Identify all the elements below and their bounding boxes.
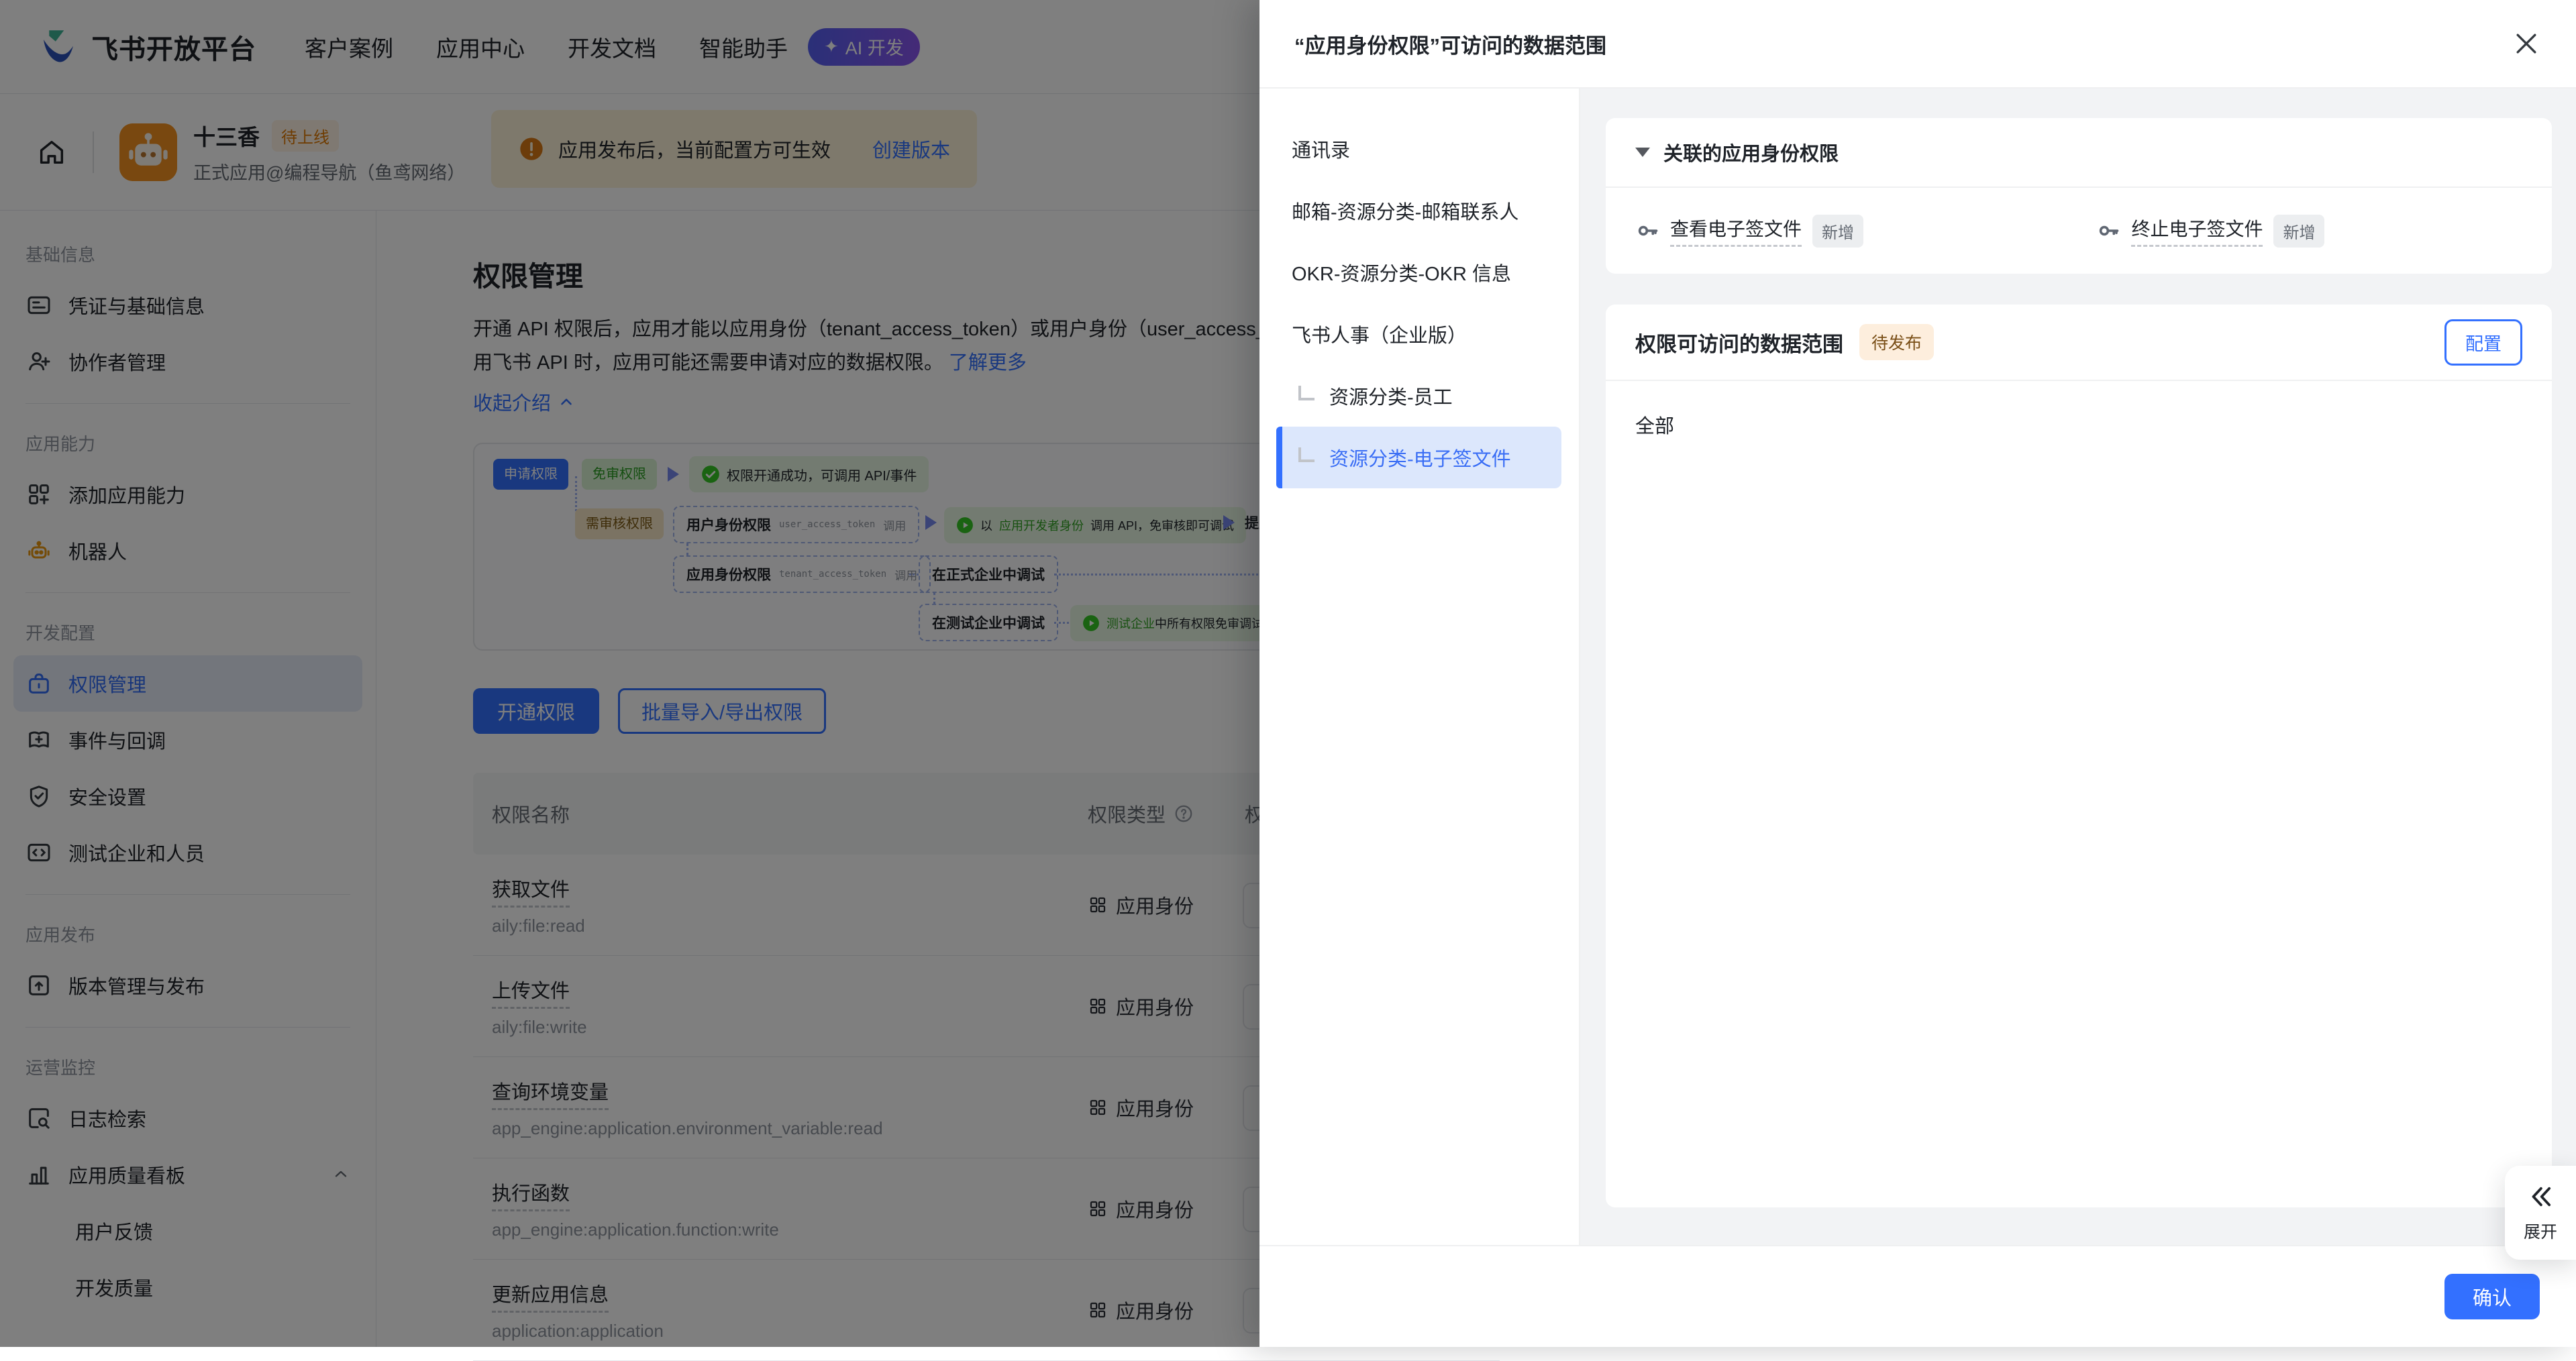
data-scope-title: 权限可访问的数据范围	[1635, 327, 1843, 358]
double-chevron-left-icon	[2525, 1183, 2556, 1211]
drawer-header: “应用身份权限”可访问的数据范围	[1259, 0, 2576, 89]
menu-item-esign-files[interactable]: 资源分类-电子签文件	[1277, 427, 1561, 488]
key-icon	[1635, 219, 1659, 243]
associated-permissions-title: 关联的应用身份权限	[1663, 138, 1839, 166]
close-icon[interactable]	[2512, 29, 2541, 58]
permission-item: 查看电子签文件 新增	[1635, 215, 2096, 248]
menu-item-people-enterprise[interactable]: 飞书人事（企业版）	[1277, 303, 1561, 365]
associated-permissions-card: 关联的应用身份权限 查看电子签文件 新增 终止电子签文件 新增	[1606, 118, 2552, 274]
expand-label: 展开	[2524, 1219, 2557, 1243]
confirm-button[interactable]: 确认	[2444, 1274, 2540, 1319]
menu-item-okr-info[interactable]: OKR-资源分类-OKR 信息	[1277, 241, 1561, 303]
tree-branch-icon	[1298, 386, 1315, 400]
configure-button[interactable]: 配置	[2444, 319, 2522, 366]
menu-item-mail-contacts[interactable]: 邮箱-资源分类-邮箱联系人	[1277, 180, 1561, 241]
drawer-footer: 确认	[1259, 1245, 2576, 1347]
associated-permissions-toggle[interactable]: 关联的应用身份权限	[1606, 118, 2552, 186]
key-icon	[2096, 219, 2120, 243]
associated-permissions-list: 查看电子签文件 新增 终止电子签文件 新增	[1606, 188, 2552, 274]
menu-item-employee[interactable]: 资源分类-员工	[1277, 365, 1561, 427]
new-badge: 新增	[1812, 215, 1863, 248]
expand-tab[interactable]: 展开	[2505, 1166, 2576, 1260]
drawer-body: 通讯录 邮箱-资源分类-邮箱联系人 OKR-资源分类-OKR 信息 飞书人事（企…	[1259, 89, 2576, 1245]
drawer-menu: 通讯录 邮箱-资源分类-邮箱联系人 OKR-资源分类-OKR 信息 飞书人事（企…	[1259, 89, 1580, 1245]
permission-link[interactable]: 终止电子签文件	[2131, 215, 2263, 247]
new-badge: 新增	[2273, 215, 2324, 248]
caret-down-icon	[1635, 148, 1650, 157]
menu-item-contacts[interactable]: 通讯录	[1277, 118, 1561, 180]
pending-publish-badge: 待发布	[1859, 324, 1934, 360]
data-scope-drawer: “应用身份权限”可访问的数据范围 通讯录 邮箱-资源分类-邮箱联系人 OKR-资…	[1259, 0, 2576, 1347]
tree-branch-icon	[1298, 447, 1315, 462]
permission-item: 终止电子签文件 新增	[2096, 215, 2557, 248]
data-scope-card: 权限可访问的数据范围 待发布 配置 全部	[1606, 305, 2552, 1207]
data-scope-header: 权限可访问的数据范围 待发布 配置	[1606, 305, 2552, 380]
drawer-content: 关联的应用身份权限 查看电子签文件 新增 终止电子签文件 新增	[1580, 89, 2576, 1245]
drawer-title: “应用身份权限”可访问的数据范围	[1294, 29, 1606, 59]
permission-link[interactable]: 查看电子签文件	[1670, 215, 1802, 247]
data-scope-value: 全部	[1606, 381, 2552, 468]
